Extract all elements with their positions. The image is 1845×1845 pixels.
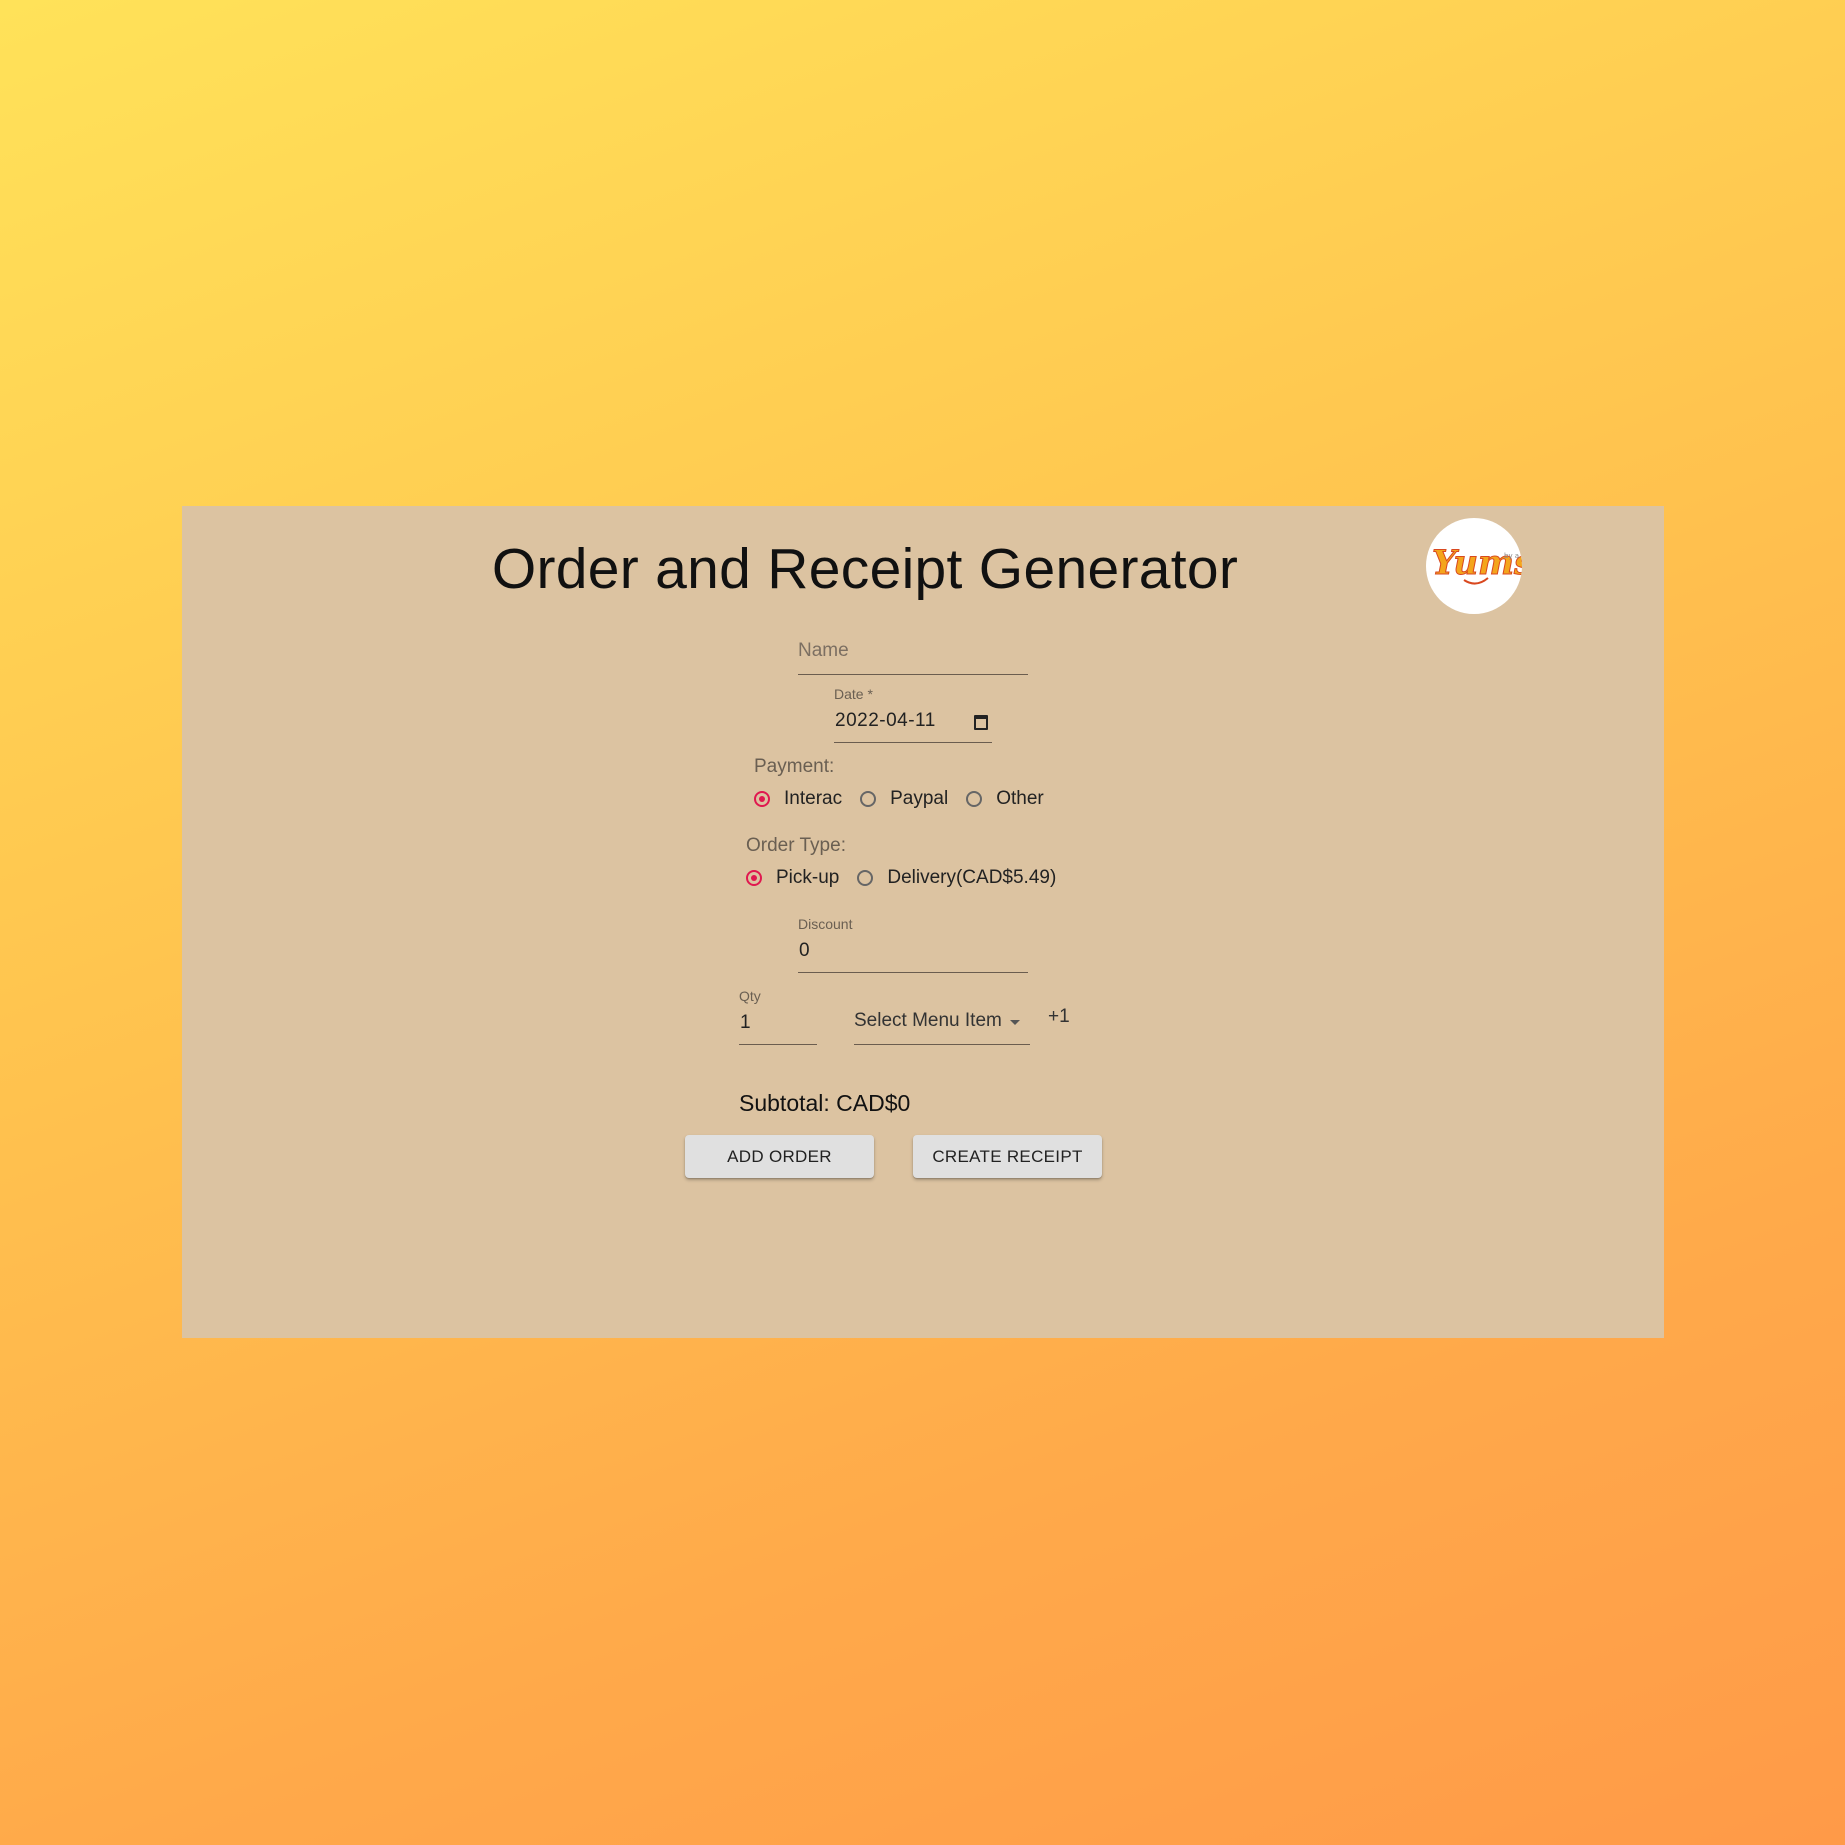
date-label: Date * <box>834 686 873 702</box>
date-value: 2022-04-11 <box>835 710 936 731</box>
name-field[interactable]: Name <box>798 626 1028 675</box>
payment-radio-group: Interac Paypal Other <box>754 788 1062 810</box>
payment-option-label: Other <box>996 788 1044 809</box>
order-type-radio-group: Pick-up Delivery(CAD$5.49) <box>746 867 1074 889</box>
radio-selected-icon[interactable] <box>754 791 770 807</box>
payment-option-paypal[interactable]: Paypal <box>860 788 948 810</box>
chevron-down-icon <box>1010 1020 1020 1025</box>
logo-image: Yums by a <box>1432 543 1522 585</box>
add-one-button[interactable]: +1 <box>1048 1006 1070 1028</box>
payment-option-label: Interac <box>784 788 843 809</box>
qty-field[interactable]: Qty 1 <box>739 988 817 1045</box>
discount-value: 0 <box>799 940 810 961</box>
menu-item-placeholder: Select Menu Item <box>854 1010 1002 1031</box>
svg-text:Yums: Yums <box>1432 543 1522 583</box>
radio-unselected-icon[interactable] <box>860 791 877 807</box>
radio-unselected-icon[interactable] <box>966 791 983 807</box>
subtotal-text: Subtotal: CAD$0 <box>739 1090 911 1116</box>
radio-selected-icon[interactable] <box>746 870 762 886</box>
discount-label: Discount <box>798 916 853 932</box>
add-order-button[interactable]: ADD ORDER <box>685 1135 874 1178</box>
menu-item-select[interactable]: Select Menu Item <box>854 994 1030 1045</box>
qty-value: 1 <box>740 1012 751 1033</box>
discount-field[interactable]: Discount 0 <box>798 916 1028 973</box>
svg-text:by a: by a <box>1504 552 1519 560</box>
order-type-option-delivery[interactable]: Delivery(CAD$5.49) <box>857 867 1056 889</box>
order-type-label: Order Type: <box>746 835 846 856</box>
payment-option-interac[interactable]: Interac <box>754 788 842 810</box>
name-placeholder: Name <box>798 640 849 661</box>
radio-unselected-icon[interactable] <box>857 870 874 886</box>
order-form-panel: Order and Receipt Generator Yums by a Na… <box>182 506 1664 1338</box>
yums-logo: Yums by a <box>1426 518 1522 614</box>
order-type-option-pickup[interactable]: Pick-up <box>746 867 839 889</box>
order-type-option-label: Pick-up <box>776 867 840 888</box>
payment-option-label: Paypal <box>890 788 949 809</box>
calendar-icon[interactable] <box>974 715 988 730</box>
payment-label: Payment: <box>754 756 835 777</box>
qty-label: Qty <box>739 988 761 1004</box>
order-type-option-label: Delivery(CAD$5.49) <box>887 867 1057 888</box>
page-title: Order and Receipt Generator <box>491 537 1239 601</box>
payment-option-other[interactable]: Other <box>966 788 1044 810</box>
date-field[interactable]: Date * 2022-04-11 <box>834 686 992 743</box>
create-receipt-button[interactable]: CREATE RECEIPT <box>913 1135 1102 1178</box>
